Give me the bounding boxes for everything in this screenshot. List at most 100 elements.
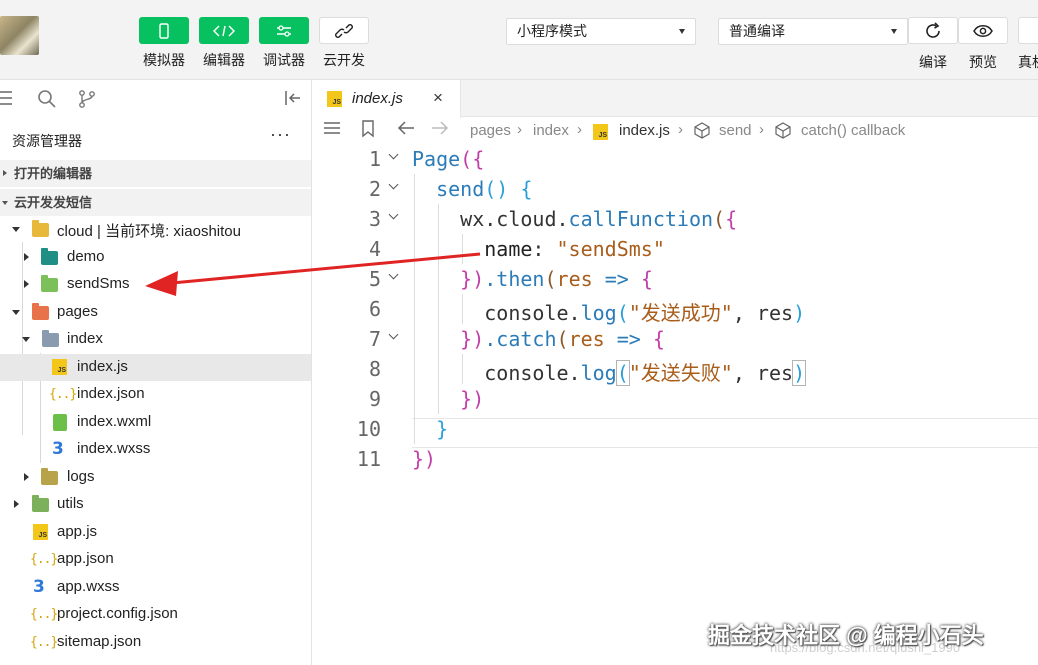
back-arrow-icon[interactable] bbox=[397, 120, 415, 140]
forward-arrow-icon[interactable] bbox=[431, 120, 449, 140]
code-area[interactable]: 1 2 3 4 5 6 7 8 9 10 11 Page({ send() { … bbox=[313, 144, 1038, 664]
tree-item-demo[interactable]: demo bbox=[0, 244, 311, 271]
tree-item-index-json[interactable]: {..} index.json bbox=[0, 381, 311, 408]
code-line: }) bbox=[412, 447, 436, 471]
search-icon[interactable] bbox=[37, 89, 57, 114]
tree-item-label: index.wxss bbox=[77, 440, 151, 457]
js-file-icon: JS bbox=[593, 124, 608, 140]
tree-item-utils[interactable]: utils bbox=[0, 491, 311, 518]
fold-chevron-icon[interactable] bbox=[389, 181, 399, 191]
fold-chevron-icon[interactable] bbox=[389, 211, 399, 221]
project-section[interactable]: 云开发发短信 bbox=[0, 189, 311, 216]
breadcrumb-item[interactable]: index bbox=[533, 122, 569, 139]
tree-item-app-wxss[interactable]: 3 app.wxss bbox=[0, 574, 311, 601]
list-icon[interactable] bbox=[323, 120, 341, 140]
fold-chevron-icon[interactable] bbox=[389, 331, 399, 341]
breadcrumb-item[interactable]: send bbox=[719, 122, 752, 139]
code-token: => bbox=[592, 267, 641, 291]
debugger-button[interactable]: 调试器 bbox=[259, 17, 309, 70]
tree-item-sitemap[interactable]: {..} sitemap.json bbox=[0, 629, 311, 656]
code-token: "sendSms" bbox=[556, 237, 665, 261]
tree-item-project-config[interactable]: {..} project.config.json bbox=[0, 601, 311, 628]
tree-item-sendsms[interactable]: sendSms bbox=[0, 271, 311, 298]
list-icon[interactable] bbox=[0, 89, 14, 112]
eye-icon bbox=[958, 17, 1008, 44]
editor-tab-bar: JS index.js × bbox=[313, 80, 1038, 118]
tree-item-label: app.json bbox=[57, 550, 114, 567]
chevron-right-icon bbox=[24, 473, 29, 481]
tree-item-label: sendSms bbox=[67, 275, 130, 292]
explorer-title: 资源管理器 bbox=[12, 133, 82, 149]
tree-item-app-json[interactable]: {..} app.json bbox=[0, 546, 311, 573]
preview-label: 预览 bbox=[969, 54, 997, 70]
breadcrumb-item[interactable]: catch() callback bbox=[801, 122, 905, 139]
more-actions-icon[interactable]: ··· bbox=[270, 124, 291, 145]
tree-item-label: index.json bbox=[77, 385, 145, 402]
json-file-icon: {..} bbox=[30, 552, 58, 567]
js-file-icon: JS bbox=[52, 359, 69, 376]
line-number: 11 bbox=[356, 447, 381, 471]
mode-select[interactable]: 小程序模式 bbox=[506, 18, 696, 45]
tree-item-label: index.wxml bbox=[77, 413, 152, 430]
code-token: { bbox=[640, 267, 653, 291]
cloud-dev-button[interactable]: 云开发 bbox=[319, 17, 369, 70]
open-editors-label: 打开的编辑器 bbox=[14, 166, 93, 181]
compile-button[interactable]: 编译 bbox=[908, 17, 958, 72]
breadcrumb-item[interactable]: pages bbox=[470, 122, 511, 139]
tree-item-index-wxss[interactable]: 3 index.wxss bbox=[0, 436, 311, 463]
code-token: }) bbox=[460, 327, 485, 351]
collapse-sidebar-icon[interactable] bbox=[283, 89, 303, 112]
real-device-button[interactable]: 真机 bbox=[1018, 17, 1038, 72]
fold-chevron-icon[interactable] bbox=[389, 151, 399, 161]
line-number: 9 bbox=[368, 387, 381, 411]
js-file-icon: JS bbox=[33, 524, 50, 541]
compile-select[interactable]: 普通编译 bbox=[718, 18, 908, 45]
tree-item-index-wxml[interactable]: index.wxml bbox=[0, 409, 311, 436]
tree-item-index-js[interactable]: JS index.js bbox=[0, 354, 311, 381]
simulator-button[interactable]: 模拟器 bbox=[139, 17, 189, 70]
fold-chevron-icon[interactable] bbox=[389, 271, 399, 281]
code-line: wx.cloud.callFunction({ bbox=[412, 207, 737, 231]
tree-item-label: demo bbox=[67, 248, 105, 265]
line-number: 4 bbox=[368, 237, 381, 261]
tree-item-index-folder[interactable]: index bbox=[0, 326, 311, 353]
bookmark-icon[interactable] bbox=[361, 120, 375, 142]
tree-item-app-js[interactable]: JS app.js bbox=[0, 519, 311, 546]
tab-index-js[interactable]: JS index.js × bbox=[313, 80, 461, 118]
current-line-highlight bbox=[412, 418, 1038, 448]
tree-item-label: app.js bbox=[57, 523, 98, 540]
close-icon[interactable]: × bbox=[433, 88, 443, 108]
tree-item-label: index.js bbox=[77, 358, 128, 375]
code-token: log bbox=[580, 361, 617, 385]
chevron-down-icon bbox=[12, 310, 20, 315]
device-icon bbox=[1018, 17, 1038, 44]
chevron-down-icon bbox=[2, 201, 8, 205]
tree-item-pages[interactable]: pages bbox=[0, 299, 311, 326]
code-line: Page({ bbox=[412, 147, 484, 171]
cube-icon bbox=[694, 122, 710, 143]
git-branch-icon[interactable] bbox=[78, 89, 96, 114]
json-file-icon: {..} bbox=[49, 387, 77, 402]
breadcrumb-item[interactable]: index.js bbox=[619, 122, 670, 139]
real-device-label: 真机 bbox=[1018, 54, 1038, 70]
cube-icon bbox=[775, 122, 791, 143]
code-token: }) bbox=[460, 387, 485, 411]
phone-icon bbox=[139, 17, 189, 44]
chevron-down-icon bbox=[679, 29, 685, 34]
code-line: }).catch(res => { bbox=[412, 327, 665, 351]
chevron-right-icon: › bbox=[577, 121, 582, 138]
code-line: name: "sendSms" bbox=[412, 237, 665, 261]
compile-label: 编译 bbox=[919, 54, 947, 70]
tree-item-logs[interactable]: logs bbox=[0, 464, 311, 491]
code-token: send bbox=[436, 177, 485, 201]
open-editors-section[interactable]: 打开的编辑器 bbox=[0, 160, 311, 187]
line-number: 7 bbox=[368, 327, 381, 351]
preview-button[interactable]: 预览 bbox=[958, 17, 1008, 72]
code-token: , res bbox=[732, 361, 794, 385]
code-token: : bbox=[532, 237, 557, 261]
avatar[interactable] bbox=[0, 16, 39, 55]
code-line: }).then(res => { bbox=[412, 267, 653, 291]
editor-button[interactable]: 编辑器 bbox=[199, 17, 249, 70]
tree-item-cloud[interactable]: cloud | 当前环境: xiaoshitou bbox=[0, 216, 311, 243]
code-token: => bbox=[604, 327, 653, 351]
